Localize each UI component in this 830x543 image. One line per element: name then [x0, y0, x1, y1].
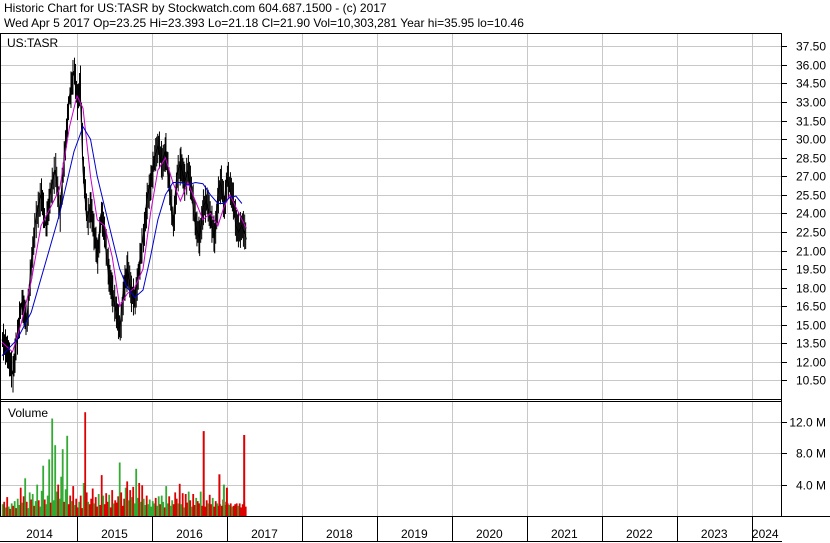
volume-y-axis: 12.0 M 8.0 M 4.0 M	[782, 416, 826, 493]
year-label: 2023	[701, 527, 728, 541]
price-tick-label: 22.50	[796, 226, 826, 240]
price-tick-label: 16.50	[796, 300, 826, 314]
year-label: 2020	[476, 527, 503, 541]
year-label: 2017	[251, 527, 278, 541]
price-tick-label: 36.00	[796, 59, 826, 73]
year-label: 2015	[101, 527, 128, 541]
volume-bars-layer	[1, 412, 247, 516]
price-y-axis: 37.50 36.00 34.50 33.00 31.50 30.00 28.50 27.00…	[782, 40, 826, 388]
volume-bar	[202, 431, 205, 516]
ticker-label: US:TASR	[7, 36, 58, 50]
x-axis: 2014 2015 2016 2017 2018 2019 2020 2021 2022 2023…	[26, 516, 779, 541]
price-tick-label: 25.50	[796, 189, 826, 203]
price-tick-label: 37.50	[796, 40, 826, 54]
price-tick-label: 15.00	[796, 319, 826, 333]
year-label: 2021	[551, 527, 578, 541]
price-tick-label: 30.00	[796, 133, 826, 147]
volume-bar	[218, 474, 221, 516]
year-label: 2016	[176, 527, 203, 541]
year-label: 2024	[752, 527, 779, 541]
price-tick-label: 28.50	[796, 152, 826, 166]
price-tick-label: 13.50	[796, 337, 826, 351]
price-tick-label: 18.00	[796, 282, 826, 296]
year-label: 2014	[26, 527, 53, 541]
price-tick-label: 12.00	[796, 356, 826, 370]
year-label: 2019	[401, 527, 428, 541]
year-label: 2022	[626, 527, 653, 541]
price-tick-label: 27.00	[796, 170, 826, 184]
volume-tick-label: 4.0 M	[796, 479, 826, 493]
price-tick-label: 33.00	[796, 96, 826, 110]
price-tick-label: 31.50	[796, 115, 826, 129]
price-tick-label: 19.50	[796, 263, 826, 277]
price-tick-label: 21.00	[796, 245, 826, 259]
stock-chart: US:TASR Volume 37.50 36.00 34.50 33.00 31.50…	[0, 33, 830, 542]
grid-lines	[0, 34, 782, 516]
year-label: 2018	[326, 527, 353, 541]
volume-bar	[222, 484, 225, 516]
price-tick-label: 24.00	[796, 207, 826, 221]
price-series-layer	[1, 57, 247, 393]
volume-bar	[225, 487, 228, 516]
volume-tick-label: 8.0 M	[796, 447, 826, 461]
price-tick-label: 34.50	[796, 77, 826, 91]
volume-bar	[243, 435, 246, 516]
price-tick-label: 10.50	[796, 374, 826, 388]
volume-panel-label: Volume	[8, 406, 48, 420]
volume-bar	[66, 435, 69, 516]
volume-tick-label: 12.0 M	[789, 416, 826, 430]
